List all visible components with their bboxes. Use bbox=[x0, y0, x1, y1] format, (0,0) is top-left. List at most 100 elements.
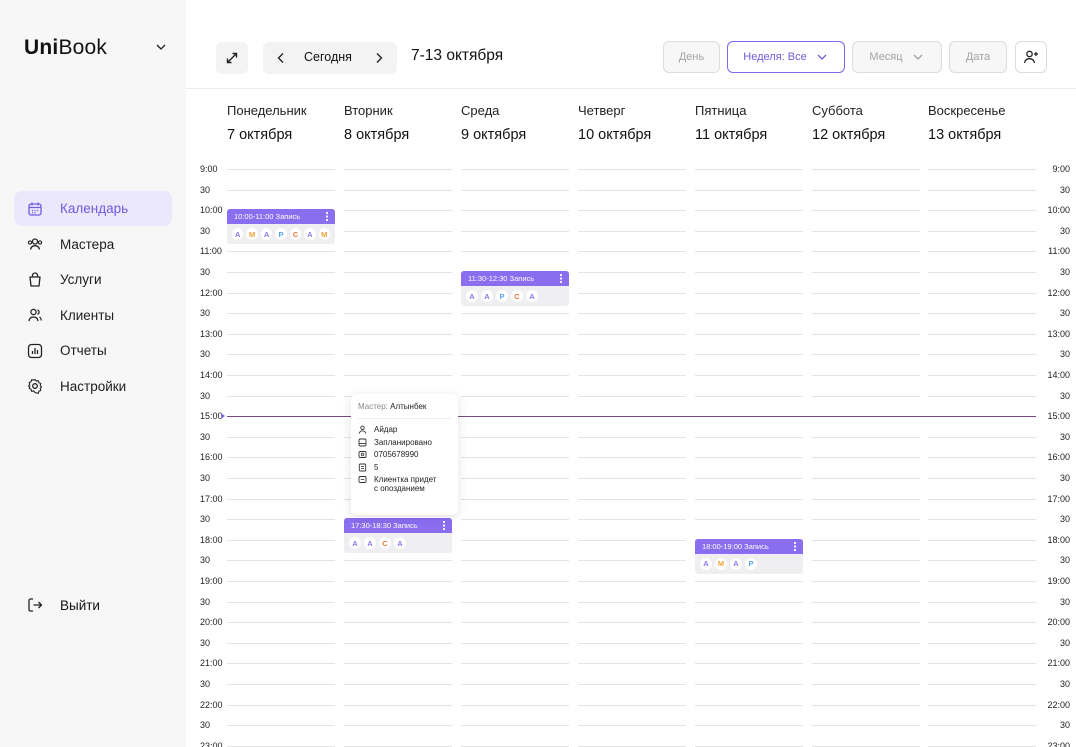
appointment-card[interactable]: 18:00-19:00 Запись А М А Р bbox=[695, 538, 803, 574]
time-slot[interactable] bbox=[461, 519, 569, 521]
time-slot[interactable] bbox=[928, 519, 1036, 521]
time-slot[interactable] bbox=[812, 663, 920, 665]
kebab-menu-icon[interactable] bbox=[322, 210, 332, 223]
time-slot[interactable] bbox=[695, 210, 803, 212]
time-slot[interactable] bbox=[227, 457, 335, 459]
time-slot[interactable] bbox=[812, 560, 920, 562]
time-slot[interactable] bbox=[578, 436, 686, 438]
time-slot[interactable] bbox=[578, 478, 686, 479]
time-slot[interactable] bbox=[461, 684, 569, 685]
appointment-card[interactable]: 17:30-18:30 Запись А А С А bbox=[344, 518, 452, 554]
time-slot[interactable] bbox=[812, 581, 920, 582]
time-slot[interactable] bbox=[461, 663, 569, 665]
time-slot[interactable] bbox=[928, 622, 1036, 624]
time-slot[interactable] bbox=[812, 539, 920, 541]
time-slot[interactable] bbox=[227, 642, 335, 644]
time-slot[interactable] bbox=[227, 601, 335, 603]
day-header[interactable]: Среда 9 октября bbox=[461, 103, 576, 143]
chevron-down-icon[interactable] bbox=[154, 40, 168, 54]
today-button[interactable]: Сегодня bbox=[304, 50, 352, 64]
time-slot[interactable] bbox=[928, 251, 1036, 253]
time-slot[interactable] bbox=[695, 663, 803, 665]
sidebar-item-services[interactable]: Услуги bbox=[14, 262, 172, 297]
time-slot[interactable] bbox=[227, 272, 335, 273]
time-slot[interactable] bbox=[344, 375, 452, 376]
chevron-right-icon[interactable] bbox=[371, 50, 387, 66]
time-slot[interactable] bbox=[344, 601, 452, 603]
add-user-button[interactable] bbox=[1015, 41, 1047, 73]
expand-button[interactable] bbox=[216, 42, 248, 74]
time-slot[interactable] bbox=[928, 395, 1036, 397]
time-slot[interactable] bbox=[812, 354, 920, 356]
day-header[interactable]: Суббота 12 октября bbox=[812, 103, 927, 143]
time-slot[interactable] bbox=[227, 292, 335, 294]
time-slot[interactable] bbox=[928, 663, 1036, 665]
time-slot[interactable] bbox=[578, 642, 686, 644]
time-slot[interactable] bbox=[928, 539, 1036, 541]
time-slot[interactable] bbox=[344, 333, 452, 335]
time-slot[interactable] bbox=[461, 189, 569, 191]
time-slot[interactable] bbox=[578, 169, 686, 170]
time-slot[interactable] bbox=[344, 684, 452, 685]
time-slot[interactable] bbox=[695, 354, 803, 356]
time-slot[interactable] bbox=[461, 478, 569, 479]
time-slot[interactable] bbox=[695, 333, 803, 335]
time-slot[interactable] bbox=[812, 272, 920, 273]
time-slot[interactable] bbox=[344, 292, 452, 294]
time-slot[interactable] bbox=[461, 560, 569, 562]
time-slot[interactable] bbox=[461, 169, 569, 170]
time-slot[interactable] bbox=[928, 333, 1036, 335]
time-slot[interactable] bbox=[928, 601, 1036, 603]
time-slot[interactable] bbox=[578, 333, 686, 335]
logout-button[interactable]: Выйти bbox=[26, 596, 100, 614]
time-slot[interactable] bbox=[695, 436, 803, 438]
time-slot[interactable] bbox=[344, 189, 452, 191]
time-slot[interactable] bbox=[812, 725, 920, 727]
time-slot[interactable] bbox=[695, 498, 803, 500]
kebab-menu-icon[interactable] bbox=[790, 540, 800, 553]
time-slot[interactable] bbox=[812, 704, 920, 706]
time-slot[interactable] bbox=[578, 395, 686, 397]
time-slot[interactable] bbox=[227, 333, 335, 335]
time-slot[interactable] bbox=[928, 478, 1036, 479]
sidebar-item-clients[interactable]: Клиенты bbox=[14, 298, 172, 333]
time-slot[interactable] bbox=[578, 725, 686, 727]
time-slot[interactable] bbox=[928, 169, 1036, 170]
time-slot[interactable] bbox=[227, 169, 335, 170]
time-slot[interactable] bbox=[812, 292, 920, 294]
time-slot[interactable] bbox=[578, 519, 686, 521]
time-slot[interactable] bbox=[227, 581, 335, 582]
time-slot[interactable] bbox=[461, 581, 569, 582]
time-slot[interactable] bbox=[578, 251, 686, 253]
time-slot[interactable] bbox=[695, 292, 803, 294]
time-slot[interactable] bbox=[344, 169, 452, 170]
time-slot[interactable] bbox=[227, 478, 335, 479]
time-slot[interactable] bbox=[344, 725, 452, 727]
time-slot[interactable] bbox=[578, 622, 686, 624]
time-slot[interactable] bbox=[812, 313, 920, 315]
time-slot[interactable] bbox=[695, 725, 803, 727]
time-slot[interactable] bbox=[578, 313, 686, 315]
time-slot[interactable] bbox=[695, 189, 803, 191]
time-slot[interactable] bbox=[928, 436, 1036, 438]
time-slot[interactable] bbox=[695, 395, 803, 397]
time-slot[interactable] bbox=[344, 230, 452, 232]
sidebar-item-calendar[interactable]: Календарь bbox=[14, 191, 172, 226]
time-slot[interactable] bbox=[928, 581, 1036, 582]
time-slot[interactable] bbox=[812, 519, 920, 521]
time-slot[interactable] bbox=[461, 375, 569, 376]
view-month-dropdown[interactable]: Месяц bbox=[852, 41, 942, 73]
time-slot[interactable] bbox=[812, 375, 920, 376]
time-slot[interactable] bbox=[928, 725, 1036, 727]
time-slot[interactable] bbox=[461, 498, 569, 500]
time-slot[interactable] bbox=[578, 354, 686, 356]
time-slot[interactable] bbox=[578, 375, 686, 376]
time-slot[interactable] bbox=[695, 601, 803, 603]
time-slot[interactable] bbox=[461, 251, 569, 253]
time-slot[interactable] bbox=[695, 457, 803, 459]
appointment-card[interactable]: 10:00-11:00 Запись А М А Р С А М bbox=[227, 209, 335, 245]
appointment-card[interactable]: 11:30-12:30 Запись А А Р С А bbox=[461, 271, 569, 306]
time-slot[interactable] bbox=[578, 230, 686, 232]
time-slot[interactable] bbox=[344, 642, 452, 644]
time-slot[interactable] bbox=[578, 581, 686, 582]
